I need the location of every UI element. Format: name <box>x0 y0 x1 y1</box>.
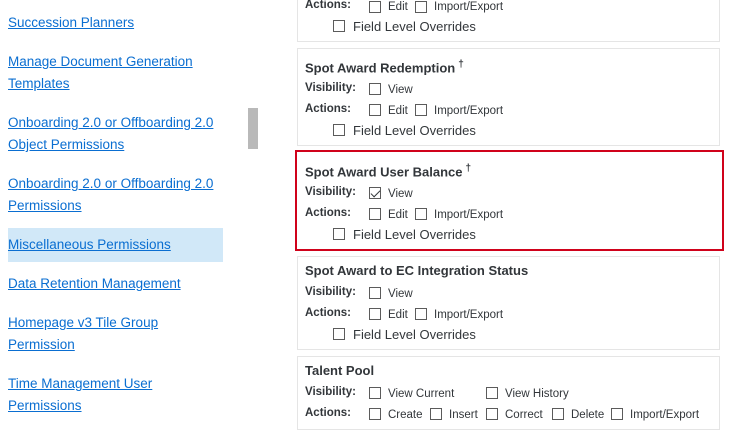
visibility-label: Visibility: <box>305 82 356 94</box>
edit-checkbox[interactable] <box>369 104 381 116</box>
view-checkbox[interactable] <box>369 83 381 95</box>
nav-item-homepage-tile-group-permission[interactable]: Homepage v3 Tile Group Permission <box>8 312 223 356</box>
edit-checkbox[interactable] <box>369 208 381 220</box>
field-level-overrides-label: Field Level Overrides <box>353 227 476 242</box>
field-level-overrides-checkbox[interactable] <box>333 20 345 32</box>
view-option-label: View <box>388 288 413 300</box>
nav-item-miscellaneous-permissions[interactable]: Miscellaneous Permissions <box>8 234 223 256</box>
import-export-checkbox[interactable] <box>415 208 427 220</box>
edit-option-label: Edit <box>388 1 408 13</box>
edit-option-label: Edit <box>388 209 408 221</box>
actions-label: Actions: <box>305 0 351 11</box>
actions-label: Actions: <box>305 407 351 419</box>
import-export-option-label: Import/Export <box>434 1 504 13</box>
permission-panel-spot-award-user-balance: Spot Award User Balance † Visibility: Vie… <box>297 152 720 250</box>
field-level-overrides-label: Field Level Overrides <box>353 327 476 342</box>
panel-title: Talent Pool <box>305 363 375 378</box>
edit-checkbox[interactable] <box>369 1 381 13</box>
nav-scrollbar-thumb[interactable] <box>248 108 258 149</box>
panel-title: Spot Award Redemption † <box>305 59 464 76</box>
actions-label: Actions: <box>305 207 351 219</box>
edit-checkbox[interactable] <box>369 308 381 320</box>
import-export-option-label: Import/Export <box>630 409 700 421</box>
actions-label: Actions: <box>305 103 351 115</box>
insert-option-label: Insert <box>449 409 478 421</box>
correct-checkbox[interactable] <box>486 408 498 420</box>
view-current-checkbox[interactable] <box>369 387 381 399</box>
view-checkbox-checked[interactable] <box>369 187 381 199</box>
correct-option-label: Correct <box>505 409 543 421</box>
panel-title: Spot Award User Balance † <box>305 163 472 180</box>
view-checkbox[interactable] <box>369 287 381 299</box>
nav-item-onboarding-permissions[interactable]: Onboarding 2.0 or Offboarding 2.0 Permis… <box>8 173 223 217</box>
import-export-option-label: Import/Export <box>434 105 504 117</box>
import-export-checkbox[interactable] <box>415 308 427 320</box>
field-level-overrides-label: Field Level Overrides <box>353 123 476 138</box>
field-level-overrides-checkbox[interactable] <box>333 124 345 136</box>
panel-title: Spot Award to EC Integration Status <box>305 263 529 278</box>
edit-option-label: Edit <box>388 309 408 321</box>
import-export-checkbox[interactable] <box>415 1 427 13</box>
nav-item-time-management-user-permissions[interactable]: Time Management User Permissions <box>8 373 223 417</box>
nav-item-data-retention-management[interactable]: Data Retention Management <box>8 273 223 295</box>
import-export-checkbox[interactable] <box>611 408 623 420</box>
view-option-label: View <box>388 84 413 96</box>
import-export-checkbox[interactable] <box>415 104 427 116</box>
permission-panel-partial: Actions: Edit Import/Export Field Level … <box>297 0 720 42</box>
visibility-label: Visibility: <box>305 186 356 198</box>
permission-panel-talent-pool: Talent Pool Visibility: View Current Vie… <box>297 356 720 430</box>
field-level-overrides-checkbox[interactable] <box>333 328 345 340</box>
field-level-overrides-label: Field Level Overrides <box>353 19 476 34</box>
view-history-checkbox[interactable] <box>486 387 498 399</box>
delete-option-label: Delete <box>571 409 605 421</box>
import-export-option-label: Import/Export <box>434 209 504 221</box>
delete-checkbox[interactable] <box>552 408 564 420</box>
view-history-option-label: View History <box>505 388 569 400</box>
create-option-label: Create <box>388 409 423 421</box>
nav-item-succession-planners[interactable]: Succession Planners <box>8 12 223 34</box>
permission-panel-spot-award-ec-integration: Spot Award to EC Integration Status Visi… <box>297 256 720 350</box>
nav-item-manage-document-generation-templates[interactable]: Manage Document Generation Templates <box>8 51 223 95</box>
actions-label: Actions: <box>305 307 351 319</box>
create-checkbox[interactable] <box>369 408 381 420</box>
visibility-label: Visibility: <box>305 386 356 398</box>
permission-panel-spot-award-redemption: Spot Award Redemption † Visibility: View … <box>297 48 720 146</box>
insert-checkbox[interactable] <box>430 408 442 420</box>
view-current-option-label: View Current <box>388 388 455 400</box>
edit-option-label: Edit <box>388 105 408 117</box>
import-export-option-label: Import/Export <box>434 309 504 321</box>
visibility-label: Visibility: <box>305 286 356 298</box>
nav-item-onboarding-object-permissions[interactable]: Onboarding 2.0 or Offboarding 2.0 Object… <box>8 112 223 156</box>
view-option-label: View <box>388 188 413 200</box>
permissions-nav: Succession Planners Manage Document Gene… <box>0 0 235 430</box>
field-level-overrides-checkbox[interactable] <box>333 228 345 240</box>
